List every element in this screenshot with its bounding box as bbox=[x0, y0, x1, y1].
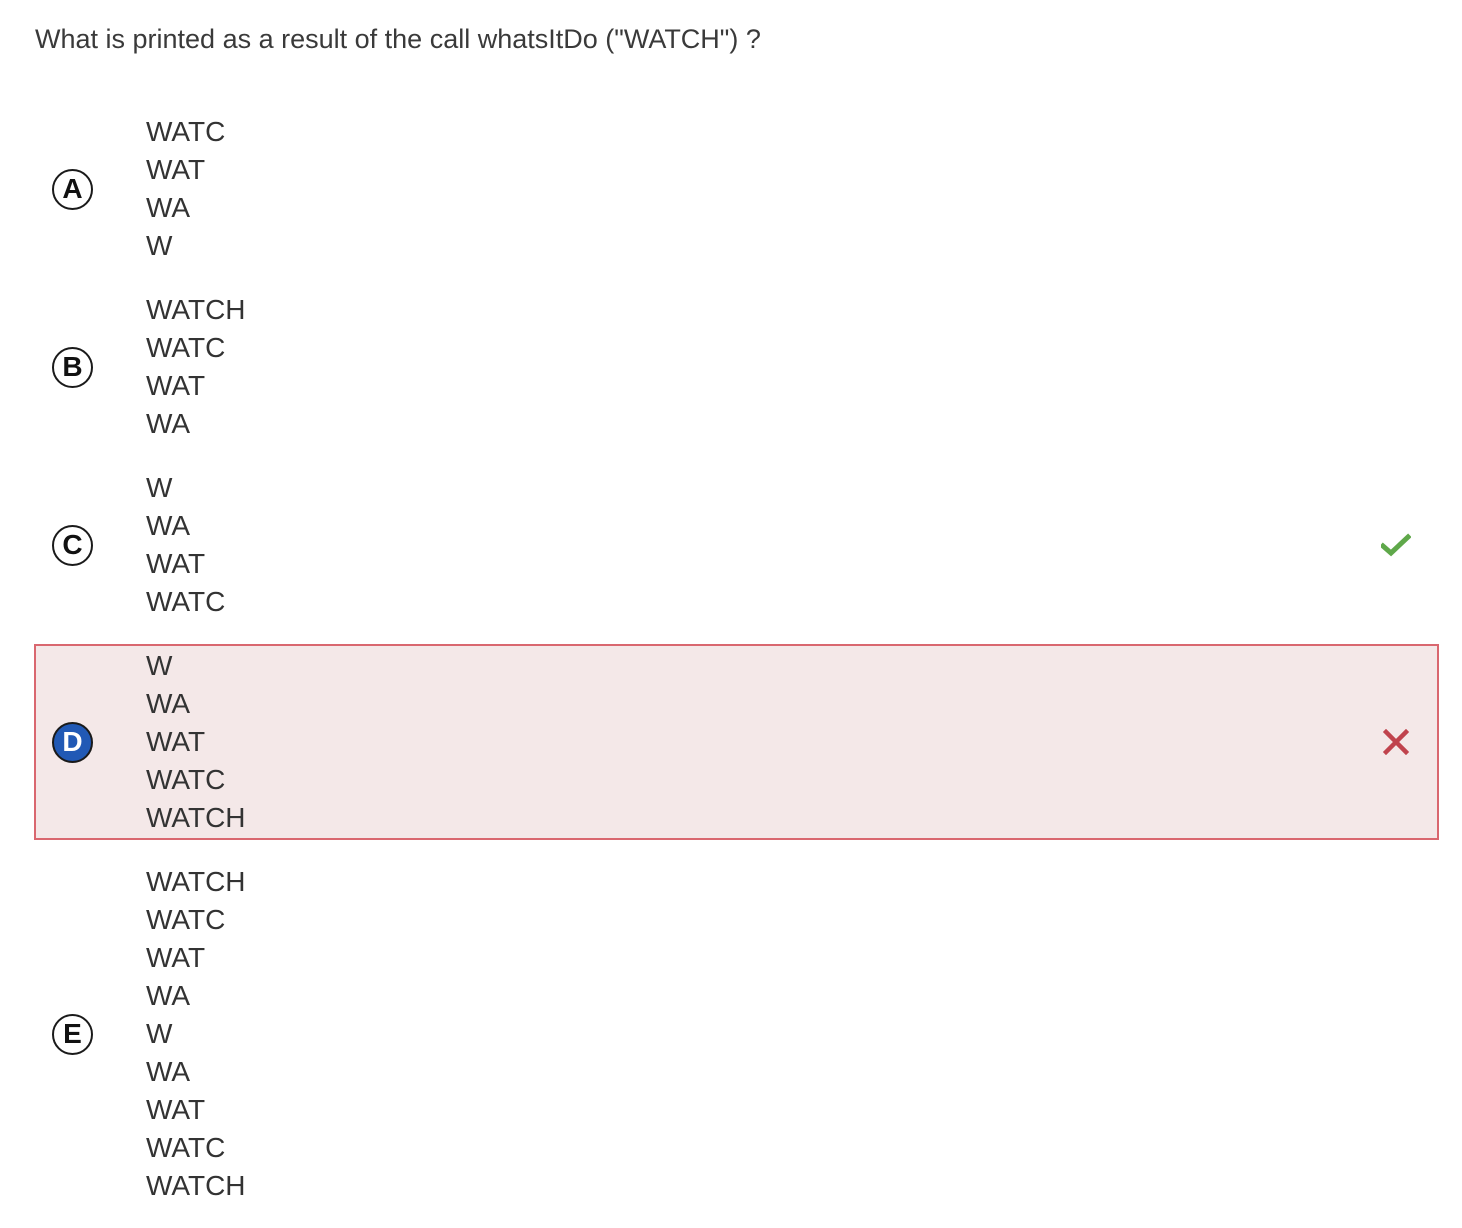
choice-badge-wrap: C bbox=[36, 524, 146, 566]
output-line: WATC bbox=[146, 332, 226, 363]
choice-a[interactable]: A WATC WAT WA W bbox=[34, 110, 1439, 268]
output-line: WAT bbox=[146, 726, 206, 757]
choice-b[interactable]: B WATCH WATC WAT WA bbox=[34, 288, 1439, 446]
choice-badge-wrap: A bbox=[36, 168, 146, 210]
check-icon bbox=[1381, 530, 1411, 560]
output-line: WATC bbox=[146, 116, 226, 147]
output-line: WA bbox=[146, 408, 191, 439]
choice-letter-badge: D bbox=[52, 721, 93, 763]
output-line: W bbox=[146, 1018, 173, 1049]
output-line: WA bbox=[146, 192, 191, 223]
choice-output-lines: WATC WAT WA W bbox=[146, 113, 1437, 265]
choice-letter-badge: E bbox=[52, 1013, 93, 1055]
output-line: W bbox=[146, 650, 173, 681]
choice-output-lines: W WA WAT WATC bbox=[146, 469, 1437, 621]
output-line: WATCH bbox=[146, 294, 246, 325]
output-line: WATC bbox=[146, 764, 226, 795]
output-line: WATCH bbox=[146, 1170, 246, 1201]
answer-choices: A WATC WAT WA W B WATCH WATC WAT WA C W … bbox=[34, 110, 1439, 1228]
choice-letter-badge: B bbox=[52, 346, 93, 388]
output-line: W bbox=[146, 472, 173, 503]
choice-letter-badge: C bbox=[52, 524, 93, 566]
choice-d[interactable]: D W WA WAT WATC WATCH bbox=[34, 644, 1439, 840]
check-icon-svg bbox=[1381, 533, 1411, 557]
choice-badge-wrap: E bbox=[36, 1013, 146, 1055]
choice-c[interactable]: C W WA WAT WATC bbox=[34, 466, 1439, 624]
output-line: WA bbox=[146, 510, 191, 541]
choice-letter-badge: A bbox=[52, 168, 93, 210]
output-line: WATC bbox=[146, 1132, 226, 1163]
choice-output-lines: WATCH WATC WAT WA W WA WAT WATC WATCH bbox=[146, 863, 1437, 1205]
output-line: WATC bbox=[146, 586, 226, 617]
choice-output-lines: W WA WAT WATC WATCH bbox=[146, 647, 1437, 837]
output-line: WAT bbox=[146, 942, 206, 973]
output-line: WATCH bbox=[146, 802, 246, 833]
cross-icon-svg bbox=[1383, 729, 1409, 755]
output-line: WA bbox=[146, 980, 191, 1011]
choice-e[interactable]: E WATCH WATC WAT WA W WA WAT WATC WATCH bbox=[34, 860, 1439, 1208]
choice-badge-wrap: D bbox=[36, 721, 146, 763]
choice-badge-wrap: B bbox=[36, 346, 146, 388]
output-line: WAT bbox=[146, 548, 206, 579]
output-line: WAT bbox=[146, 370, 206, 401]
output-line: WAT bbox=[146, 1094, 206, 1125]
output-line: WA bbox=[146, 1056, 191, 1087]
output-line: W bbox=[146, 230, 173, 261]
output-line: WA bbox=[146, 688, 191, 719]
cross-icon bbox=[1381, 727, 1411, 757]
output-line: WATC bbox=[146, 904, 226, 935]
output-line: WATCH bbox=[146, 866, 246, 897]
question-text: What is printed as a result of the call … bbox=[35, 24, 761, 54]
choice-output-lines: WATCH WATC WAT WA bbox=[146, 291, 1437, 443]
output-line: WAT bbox=[146, 154, 206, 185]
